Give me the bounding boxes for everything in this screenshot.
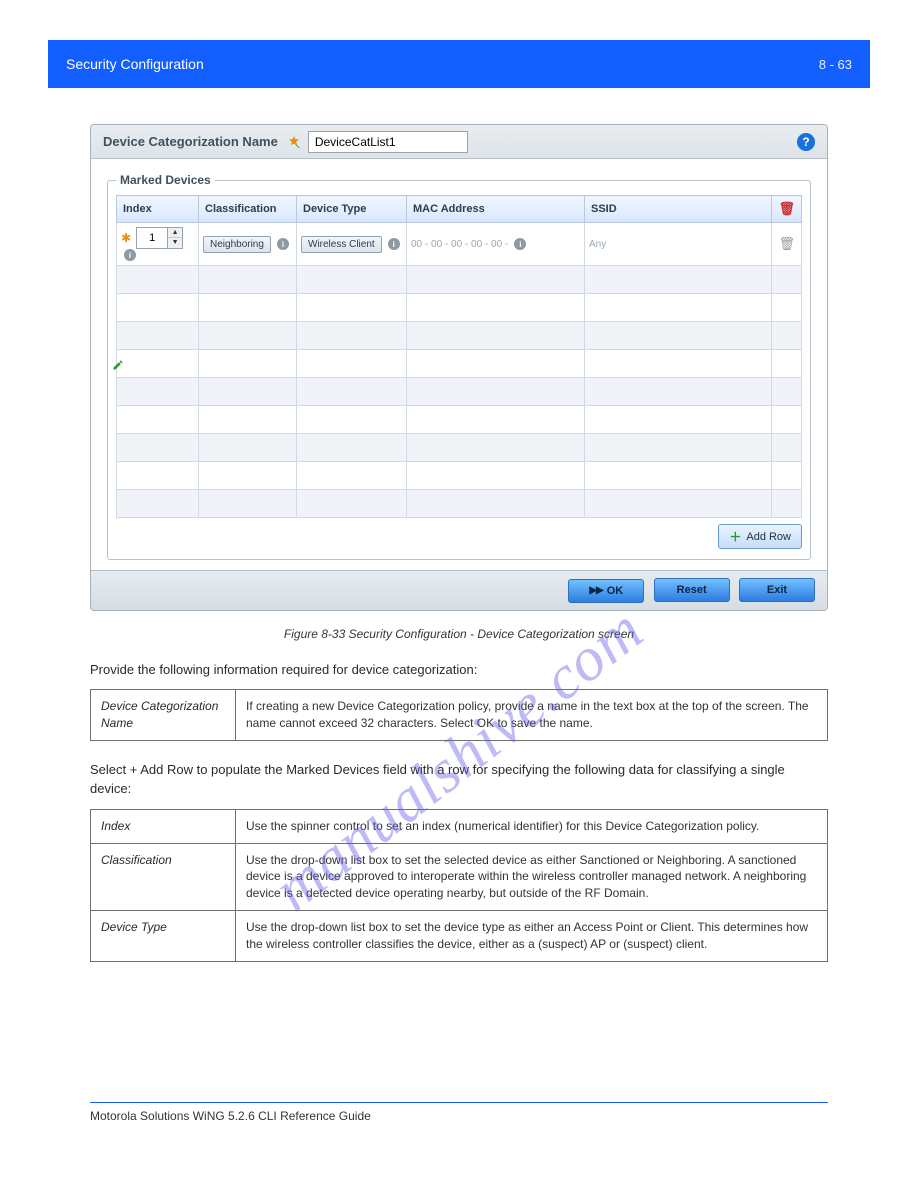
dialog-header: Device Categorization Name ?: [91, 125, 827, 159]
param-label: Index: [91, 809, 236, 843]
index-spinner[interactable]: ▲ ▼: [136, 227, 183, 249]
banner-page-number: 8 - 63: [819, 57, 852, 72]
table-row: [117, 294, 802, 322]
table-row: [117, 378, 802, 406]
table-row: [117, 490, 802, 518]
marked-devices-legend: Marked Devices: [116, 173, 215, 187]
table-row: Classification Use the drop-down list bo…: [91, 843, 828, 910]
device-type-dropdown[interactable]: Wireless Client: [301, 236, 382, 253]
col-ssid[interactable]: SSID: [585, 196, 772, 223]
info-icon[interactable]: i: [514, 238, 526, 250]
dialog-title-label: Device Categorization Name: [103, 134, 278, 149]
col-mac[interactable]: MAC Address: [407, 196, 585, 223]
table-row: Device Categorization Name If creating a…: [91, 690, 828, 741]
param-label: Device Categorization Name: [91, 690, 236, 741]
table-row: [117, 266, 802, 294]
reset-label: Reset: [677, 584, 707, 596]
table-row: [117, 406, 802, 434]
footer-left: Motorola Solutions WiNG 5.2.6 CLI Refere…: [90, 1109, 828, 1123]
table-row: Device Type Use the drop-down list box t…: [91, 910, 828, 961]
figure-caption: Figure 8-33 Security Configuration - Dev…: [90, 627, 828, 641]
table-row: [117, 462, 802, 490]
edit-pencil-icon[interactable]: [112, 359, 124, 374]
param-text: Use the drop-down list box to set the de…: [236, 910, 828, 961]
play-icon: ▶▶: [589, 585, 602, 596]
spinner-down-icon[interactable]: ▼: [168, 238, 182, 248]
parameters-table-2: Index Use the spinner control to set an …: [90, 809, 828, 962]
ok-button[interactable]: ▶▶ OK: [568, 579, 644, 603]
col-delete-all[interactable]: 🗑: [772, 196, 802, 223]
param-label: Classification: [91, 843, 236, 910]
add-row-button[interactable]: ＋ Add Row: [718, 524, 802, 549]
table-row: [117, 350, 802, 378]
row-required-star-icon: ✱: [121, 231, 131, 245]
exit-label: Exit: [767, 584, 787, 596]
table-row[interactable]: ✱ ▲ ▼ i: [117, 223, 802, 266]
intro-paragraph: Provide the following information requir…: [90, 661, 828, 680]
info-icon[interactable]: i: [388, 238, 400, 250]
info-icon[interactable]: i: [124, 249, 136, 261]
plus-icon: ＋: [729, 528, 741, 545]
help-icon[interactable]: ?: [797, 133, 815, 151]
col-classification[interactable]: Classification: [199, 196, 297, 223]
page-banner: Security Configuration 8 - 63: [48, 40, 870, 88]
exit-button[interactable]: Exit: [739, 578, 815, 602]
col-device-type[interactable]: Device Type: [297, 196, 407, 223]
device-categorization-dialog: Device Categorization Name ? Marked Devi…: [90, 124, 828, 611]
col-index[interactable]: Index: [117, 196, 199, 223]
param-label: Device Type: [91, 910, 236, 961]
ssid-input[interactable]: Any: [589, 239, 606, 250]
info-icon[interactable]: i: [277, 238, 289, 250]
table-row: [117, 322, 802, 350]
dialog-body: Marked Devices Index Classification Devi…: [91, 159, 827, 570]
page-footer: Motorola Solutions WiNG 5.2.6 CLI Refere…: [90, 1102, 828, 1123]
classification-dropdown[interactable]: Neighboring: [203, 236, 271, 253]
marked-devices-table: Index Classification Device Type MAC Add…: [116, 195, 802, 518]
banner-title: Security Configuration: [66, 56, 819, 72]
param-text: If creating a new Device Categorization …: [236, 690, 828, 741]
required-star-icon: [286, 134, 302, 150]
spinner-up-icon[interactable]: ▲: [168, 228, 182, 238]
after-paragraph: Select + Add Row to populate the Marked …: [90, 761, 828, 799]
marked-devices-fieldset: Marked Devices Index Classification Devi…: [107, 173, 811, 560]
table-row: [117, 434, 802, 462]
index-input[interactable]: [137, 228, 167, 248]
ok-label: OK: [607, 585, 624, 597]
trash-all-icon[interactable]: 🗑: [778, 201, 795, 216]
parameters-table: Device Categorization Name If creating a…: [90, 689, 828, 741]
mac-address-input[interactable]: 00 - 00 - 00 - 00 - 00 -: [411, 239, 508, 250]
device-categorization-name-input[interactable]: [308, 131, 468, 153]
table-row: Index Use the spinner control to set an …: [91, 809, 828, 843]
dialog-footer: ▶▶ OK Reset Exit: [91, 570, 827, 610]
reset-button[interactable]: Reset: [654, 578, 730, 602]
trash-row-icon[interactable]: 🗑: [778, 236, 795, 251]
add-row-label: Add Row: [746, 531, 791, 543]
param-text: Use the drop-down list box to set the se…: [236, 843, 828, 910]
param-text: Use the spinner control to set an index …: [236, 809, 828, 843]
